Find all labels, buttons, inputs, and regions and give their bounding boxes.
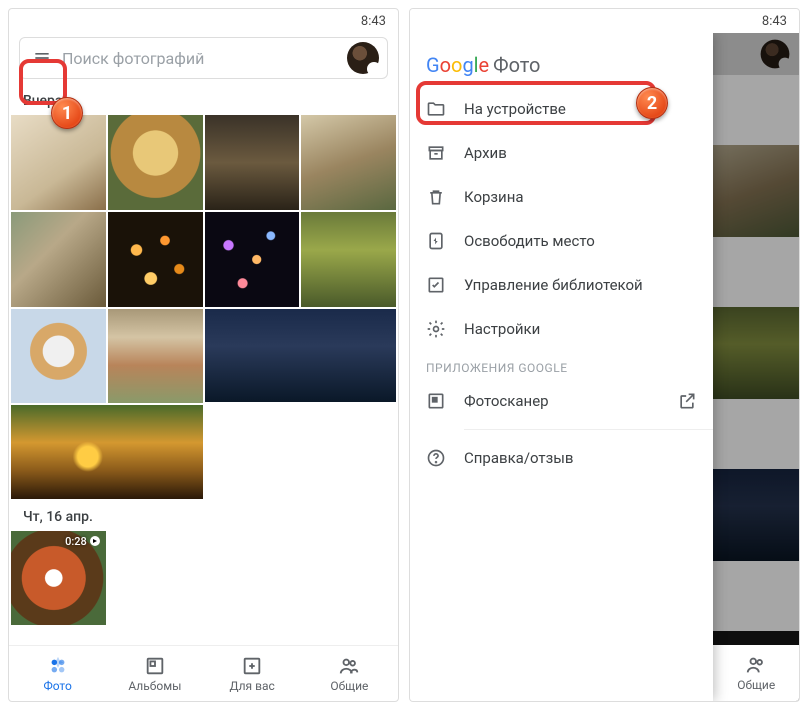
photo-grid	[9, 115, 398, 499]
nav-label: Альбомы	[128, 679, 181, 693]
scanner-icon	[426, 391, 446, 411]
play-icon	[90, 536, 100, 546]
help-icon	[426, 448, 446, 468]
drawer-overlay: GoogleФото На устройстве Архив Корзина О…	[410, 33, 799, 701]
menu-library[interactable]: Управление библиотекой	[410, 263, 713, 307]
photo-thumb[interactable]	[108, 115, 203, 210]
gear-icon	[426, 319, 446, 339]
nav-shared[interactable]: Общие	[301, 646, 398, 701]
photo-thumb[interactable]	[301, 212, 396, 307]
photo-thumb[interactable]	[205, 115, 300, 210]
status-bar: 8:43	[410, 9, 799, 33]
drawer-scrim[interactable]: Общие	[713, 33, 799, 701]
menu-label: Освободить место	[464, 232, 595, 250]
photo-grid: 0:28	[9, 531, 398, 626]
nav-foryou[interactable]: Для вас	[204, 646, 301, 701]
nav-albums[interactable]: Альбомы	[106, 646, 203, 701]
avatar[interactable]	[347, 42, 379, 74]
free-space-icon	[426, 231, 446, 251]
menu-label: На устройстве	[464, 100, 566, 118]
menu-help[interactable]: Справка/отзыв	[410, 436, 713, 480]
menu-free-space[interactable]: Освободить место	[410, 219, 713, 263]
background-thumbs	[713, 33, 799, 701]
status-time: 8:43	[762, 14, 787, 29]
menu-on-device[interactable]: На устройстве	[410, 87, 713, 131]
status-time: 8:43	[361, 14, 386, 29]
photo-thumb[interactable]	[11, 405, 203, 498]
video-thumb[interactable]: 0:28	[11, 531, 106, 626]
archive-icon	[426, 143, 446, 163]
menu-label: Фотосканер	[464, 392, 549, 410]
video-duration: 0:28	[65, 535, 100, 548]
bg-nav-shared: Общие	[713, 645, 799, 701]
callout-1-badge: 1	[51, 97, 83, 129]
menu-label: Архив	[464, 144, 507, 162]
photo-thumb[interactable]	[301, 115, 396, 210]
menu-section-header: ПРИЛОЖЕНИЯ GOOGLE	[410, 351, 713, 379]
menu-label: Корзина	[464, 188, 524, 206]
hamburger-icon[interactable]	[28, 44, 56, 72]
menu-archive[interactable]: Архив	[410, 131, 713, 175]
nav-label: Для вас	[229, 679, 274, 693]
trash-icon	[426, 187, 446, 207]
nav-drawer: GoogleФото На устройстве Архив Корзина О…	[410, 33, 713, 701]
brand-logo: GoogleФото	[410, 39, 713, 87]
menu-label: Управление библиотекой	[464, 276, 643, 294]
external-link-icon	[677, 391, 697, 411]
photo-thumb[interactable]	[205, 309, 397, 402]
callout-2-badge: 2	[636, 87, 668, 119]
phone-right: 8:43 GoogleФото На устройстве Архив Корз…	[409, 8, 800, 702]
photo-thumb[interactable]	[11, 212, 106, 307]
menu-label: Настройки	[464, 320, 540, 338]
photo-thumb[interactable]	[205, 212, 300, 307]
menu-trash[interactable]: Корзина	[410, 175, 713, 219]
nav-label: Общие	[330, 679, 368, 693]
nav-photos[interactable]: Фото	[9, 646, 106, 701]
photo-thumb[interactable]	[108, 309, 203, 404]
photo-thumb[interactable]	[11, 309, 106, 404]
photo-thumb[interactable]	[108, 212, 203, 307]
menu-settings[interactable]: Настройки	[410, 307, 713, 351]
search-bar[interactable]: Поиск фотографий	[19, 37, 388, 79]
bottom-nav: Фото Альбомы Для вас Общие	[9, 645, 398, 701]
menu-label: Справка/отзыв	[464, 449, 573, 467]
photo-thumb[interactable]	[11, 115, 106, 210]
phone-left: 8:43 Поиск фотографий 1 Вчера Чт, 16 апр…	[8, 8, 399, 702]
section-label: Чт, 16 апр.	[9, 499, 398, 531]
library-icon	[426, 275, 446, 295]
divider	[464, 429, 713, 430]
menu-photoscanner[interactable]: Фотосканер	[410, 379, 713, 423]
search-placeholder: Поиск фотографий	[56, 49, 347, 68]
folder-icon	[426, 99, 446, 119]
status-bar: 8:43	[9, 9, 398, 33]
nav-label: Фото	[43, 679, 71, 693]
